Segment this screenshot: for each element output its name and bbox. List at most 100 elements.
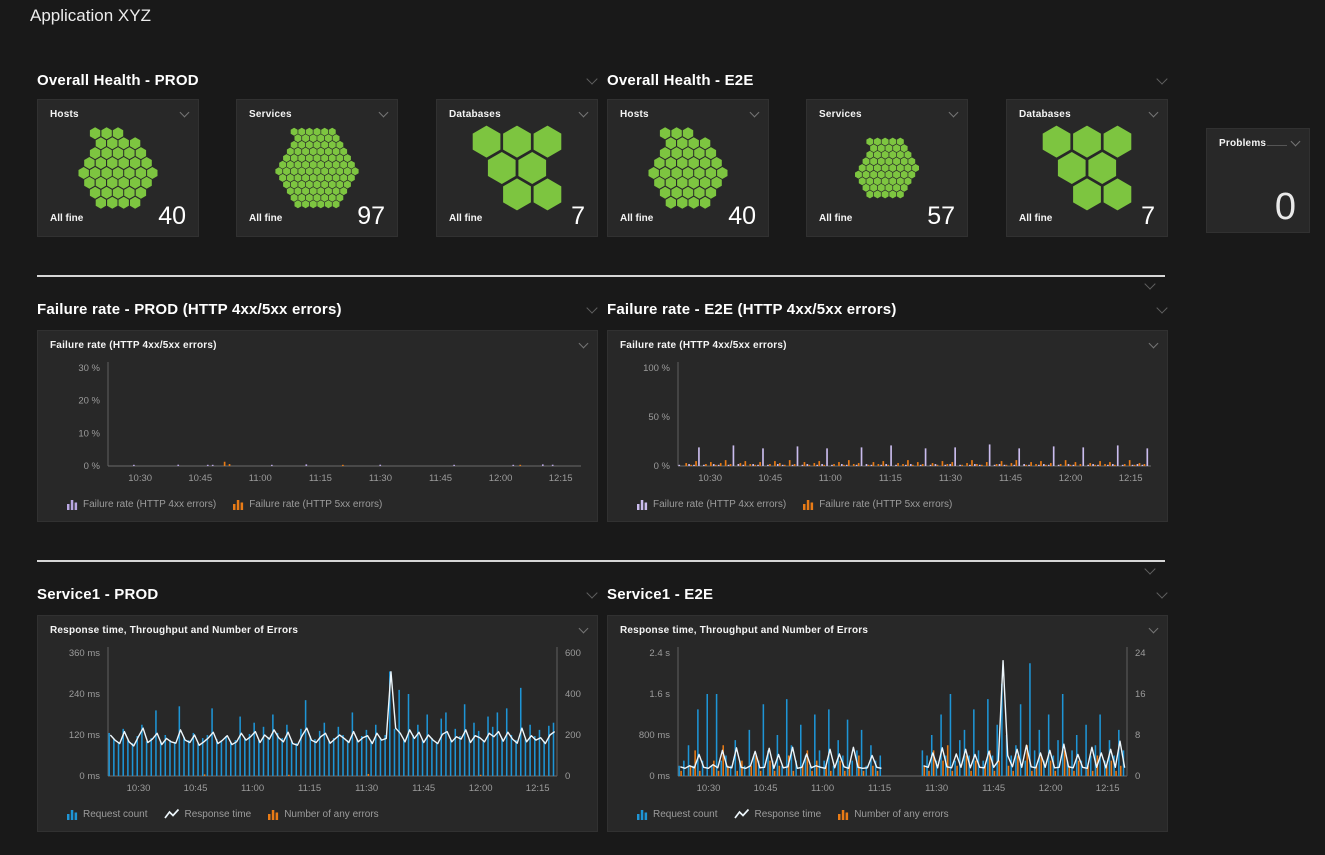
hexagon[interactable] [291, 141, 298, 149]
bar[interactable] [169, 740, 171, 776]
hexagon[interactable] [314, 128, 321, 136]
hexagon[interactable] [310, 200, 317, 208]
bar[interactable] [807, 464, 809, 466]
bar[interactable] [715, 465, 717, 466]
hexagon[interactable] [295, 187, 302, 195]
bar[interactable] [890, 445, 892, 466]
bar[interactable] [113, 739, 115, 776]
bar[interactable] [229, 464, 231, 466]
bar[interactable] [994, 771, 996, 776]
hexagon[interactable] [905, 177, 912, 185]
bar[interactable] [497, 712, 499, 776]
hexagon[interactable] [866, 138, 873, 146]
bar[interactable] [752, 464, 754, 466]
bar[interactable] [966, 463, 968, 466]
bar[interactable] [133, 465, 135, 466]
bar[interactable] [1053, 446, 1055, 466]
bar[interactable] [804, 462, 806, 466]
hexagon[interactable] [141, 177, 151, 189]
bar[interactable] [981, 465, 983, 466]
hexagon[interactable] [683, 167, 693, 179]
bar[interactable] [843, 465, 845, 466]
bar[interactable] [235, 740, 237, 776]
bar[interactable] [975, 761, 977, 776]
bar[interactable] [118, 742, 120, 776]
chevron-down-icon[interactable] [1144, 564, 1156, 576]
hexagon[interactable] [352, 167, 359, 175]
hexagon[interactable] [878, 157, 885, 165]
bar[interactable] [885, 464, 887, 466]
bar[interactable] [882, 461, 884, 466]
bar[interactable] [1104, 464, 1106, 466]
bar[interactable] [258, 740, 260, 776]
bar[interactable] [952, 771, 954, 776]
bar[interactable] [925, 448, 927, 466]
health-tile-services-e2e[interactable]: Services All fine 57 [806, 99, 968, 237]
bar[interactable] [728, 465, 730, 466]
health-tile-hosts-e2e[interactable]: Hosts All fine 40 [607, 99, 769, 237]
bar[interactable] [823, 465, 825, 466]
bar[interactable] [922, 750, 924, 776]
bar[interactable] [718, 771, 720, 776]
bar[interactable] [713, 761, 715, 776]
hexagon[interactable] [333, 148, 340, 156]
bar[interactable] [380, 738, 382, 776]
chevron-down-icon[interactable] [1290, 137, 1302, 149]
bar[interactable] [1048, 715, 1050, 777]
bar[interactable] [740, 463, 742, 466]
hexagon[interactable] [683, 187, 693, 199]
hexagon[interactable] [321, 141, 328, 149]
bar[interactable] [782, 465, 784, 466]
bar[interactable] [733, 445, 735, 466]
bar[interactable] [1045, 465, 1047, 466]
hexagon[interactable] [706, 167, 716, 179]
hexagon[interactable] [654, 157, 664, 169]
bar[interactable] [492, 727, 494, 776]
bar[interactable] [1050, 463, 1052, 466]
bar[interactable] [760, 771, 762, 776]
bar[interactable] [1117, 445, 1119, 466]
bar[interactable] [177, 465, 179, 466]
hexagon[interactable] [534, 178, 562, 210]
bar[interactable] [445, 712, 447, 776]
hexagon[interactable] [866, 151, 873, 159]
bar[interactable] [920, 465, 922, 466]
bar[interactable] [741, 761, 743, 776]
bar[interactable] [996, 725, 998, 776]
hexagon[interactable] [298, 167, 305, 175]
hexagon[interactable] [671, 147, 681, 159]
hexagon[interactable] [336, 154, 343, 162]
hexagon[interactable] [660, 147, 670, 159]
bar[interactable] [552, 465, 554, 466]
hexagon[interactable] [302, 134, 309, 142]
hexagon[interactable] [882, 177, 889, 185]
hexagon[interactable] [689, 197, 699, 209]
bar[interactable] [1129, 460, 1131, 466]
hexagon[interactable] [136, 167, 146, 179]
bar[interactable] [959, 740, 961, 776]
bar[interactable] [759, 462, 761, 466]
hexagon[interactable] [694, 167, 704, 179]
bar[interactable] [816, 761, 818, 776]
hexagon[interactable] [101, 187, 111, 199]
bar[interactable] [942, 761, 944, 776]
timeseries-chart[interactable]: 360 ms240 ms120 ms0 ms600400200010:3010:… [38, 616, 597, 831]
bar[interactable] [436, 743, 438, 776]
bar[interactable] [277, 733, 279, 776]
bar[interactable] [455, 729, 457, 776]
bar[interactable] [947, 745, 949, 776]
hexagon[interactable] [136, 187, 146, 199]
bar[interactable] [1060, 464, 1062, 466]
bar[interactable] [866, 464, 868, 466]
bar[interactable] [370, 741, 372, 776]
hexagon[interactable] [1104, 178, 1132, 210]
bar[interactable] [483, 741, 485, 776]
bar[interactable] [244, 738, 246, 776]
bar[interactable] [422, 740, 424, 776]
bar[interactable] [1094, 465, 1096, 466]
hexagon[interactable] [863, 171, 870, 179]
hexagon[interactable] [306, 141, 313, 149]
hexagon[interactable] [348, 161, 355, 169]
hexagon[interactable] [518, 152, 546, 184]
hexagon[interactable] [119, 197, 129, 209]
